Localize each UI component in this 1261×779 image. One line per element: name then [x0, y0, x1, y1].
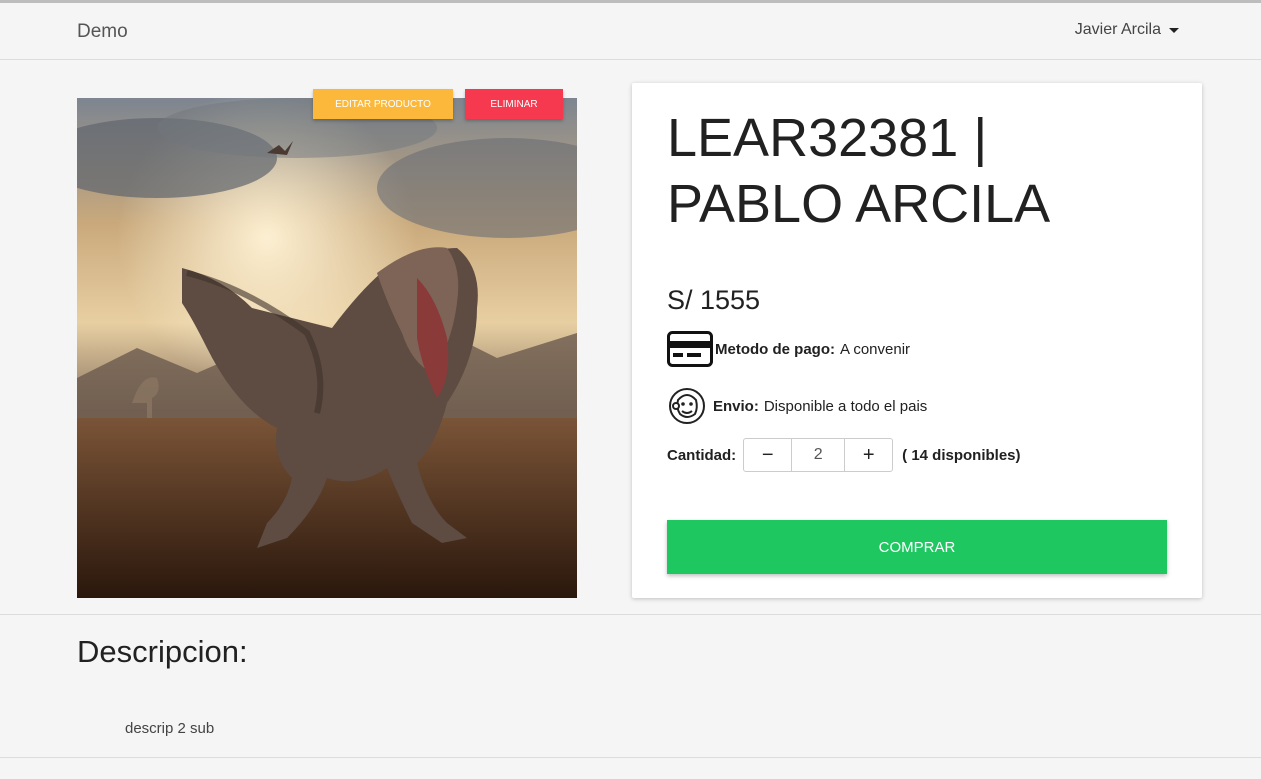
- product-card: LEAR32381 | PABLO ARCILA S/ 1555 Metodo …: [632, 83, 1202, 598]
- description-text: descrip 2 sub: [125, 720, 215, 737]
- payment-label: Metodo de pago:: [715, 340, 835, 358]
- caret-down-icon: [1169, 27, 1179, 33]
- brand-link[interactable]: Demo: [77, 21, 128, 43]
- user-name: Javier Arcila: [1074, 21, 1161, 38]
- quantity-input[interactable]: 2: [791, 439, 846, 471]
- navbar: Demo Javier Arcila: [0, 3, 1261, 60]
- availability-text: ( 14 disponibles): [902, 446, 1021, 464]
- description-title: Descripcion:: [77, 634, 248, 669]
- quantity-row: Cantidad: − 2 + ( 14 disponibles): [667, 438, 1021, 472]
- credit-card-icon: [667, 331, 713, 367]
- product-title: LEAR32381 | PABLO ARCILA: [667, 108, 1051, 234]
- edit-product-button[interactable]: EDITAR PRODUCTO: [313, 89, 453, 119]
- product-price: S/ 1555: [667, 285, 761, 315]
- quantity-label: Cantidad:: [667, 446, 737, 464]
- quantity-stepper: − 2 +: [743, 438, 894, 472]
- delete-product-button[interactable]: ELIMINAR: [465, 89, 563, 119]
- user-menu-dropdown[interactable]: Javier Arcila: [1075, 21, 1179, 39]
- product-image: [77, 98, 577, 598]
- increment-button[interactable]: +: [845, 439, 892, 471]
- payment-method-row: Metodo de pago: A convenir: [667, 331, 910, 367]
- description-section: Descripcion: descrip 2 sub: [0, 614, 1261, 758]
- shipping-label: Envio:: [713, 397, 759, 415]
- payment-value: A convenir: [840, 340, 911, 358]
- mailchimp-monkey-icon: [669, 388, 705, 424]
- decrement-button[interactable]: −: [744, 439, 791, 471]
- buy-button[interactable]: COMPRAR: [667, 520, 1167, 574]
- shipping-row: Envio: Disponible a todo el pais: [667, 386, 927, 426]
- shipping-value: Disponible a todo el pais: [763, 397, 928, 415]
